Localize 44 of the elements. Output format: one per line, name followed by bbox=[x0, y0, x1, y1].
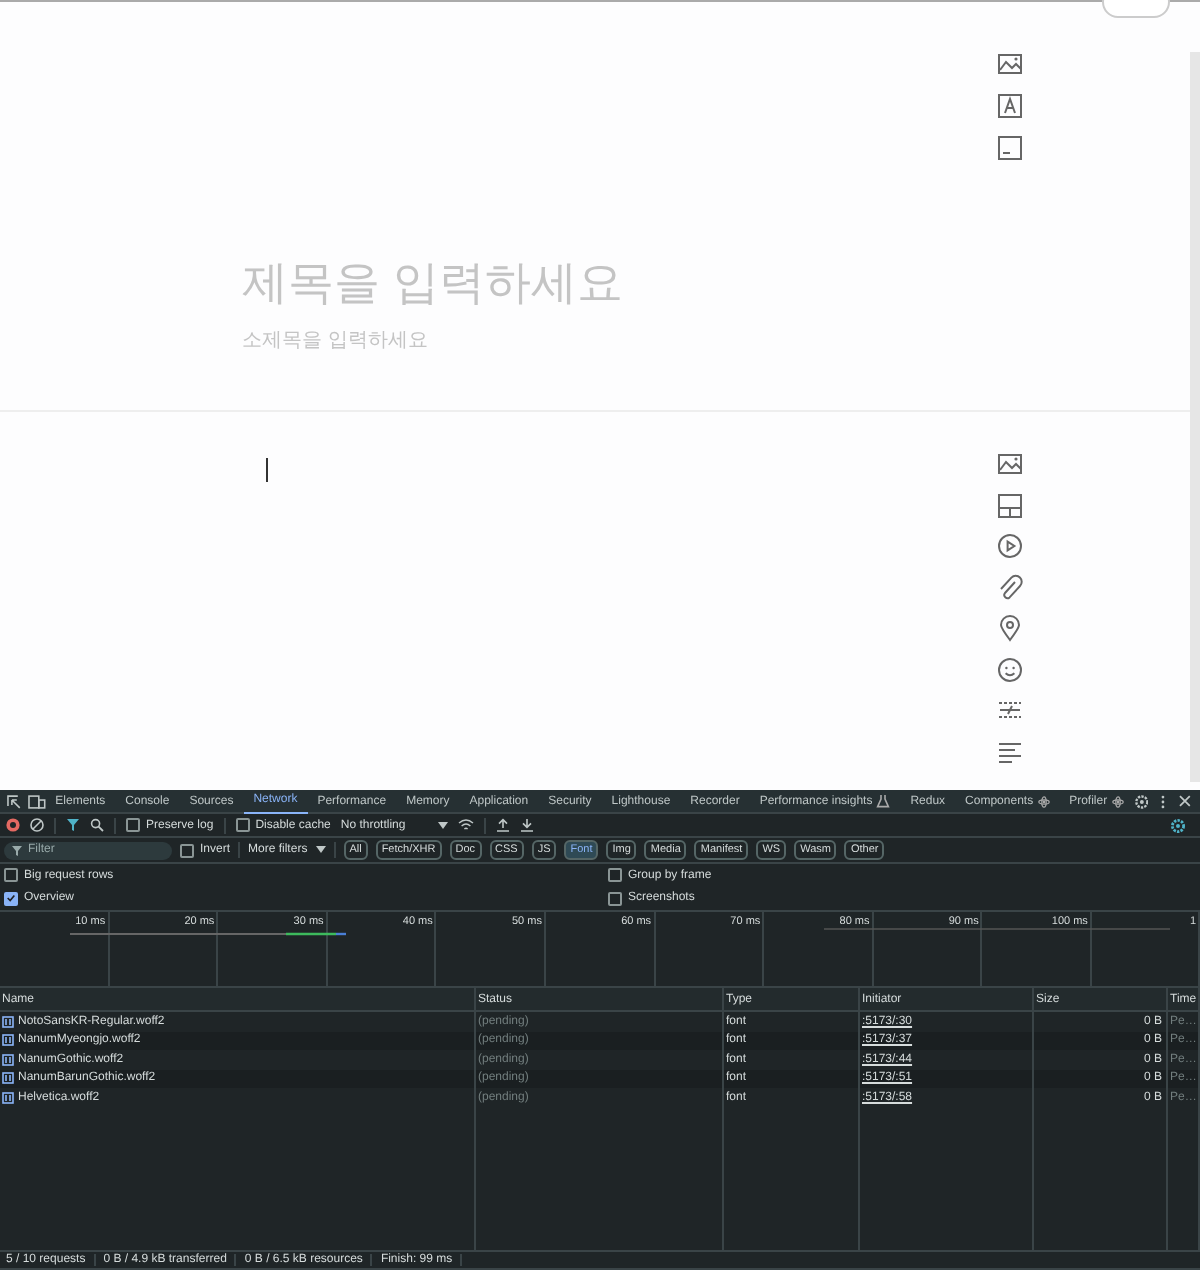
settings-icon[interactable] bbox=[1133, 793, 1149, 809]
atom-icon bbox=[1037, 795, 1050, 807]
image-icon[interactable] bbox=[996, 50, 1024, 78]
align-left-icon[interactable] bbox=[996, 737, 1024, 765]
checkbox[interactable] bbox=[4, 868, 18, 883]
device-toolbar-icon[interactable] bbox=[27, 793, 46, 809]
location-pin-icon[interactable] bbox=[996, 614, 1024, 642]
font-file-icon bbox=[2, 1091, 14, 1104]
font-file-icon bbox=[2, 1015, 14, 1028]
scrollbar[interactable] bbox=[1190, 52, 1200, 782]
font-file-icon bbox=[2, 1034, 14, 1047]
inspect-icon[interactable] bbox=[6, 793, 22, 809]
checkbox[interactable] bbox=[126, 818, 140, 832]
checkbox[interactable] bbox=[235, 818, 250, 832]
search-icon[interactable] bbox=[90, 818, 104, 832]
checkbox[interactable] bbox=[4, 891, 18, 906]
text-cursor bbox=[266, 458, 268, 482]
dropdown-caret-icon[interactable] bbox=[315, 846, 326, 854]
settings-icon[interactable] bbox=[1170, 817, 1186, 833]
smiley-icon[interactable] bbox=[996, 655, 1024, 683]
filter-icon bbox=[12, 845, 22, 855]
divider-icon[interactable] bbox=[996, 696, 1024, 724]
layout-icon[interactable] bbox=[996, 491, 1024, 519]
record-icon[interactable] bbox=[6, 818, 20, 832]
checkbox[interactable] bbox=[608, 868, 622, 883]
caption-icon[interactable] bbox=[996, 134, 1024, 162]
upload-icon[interactable] bbox=[496, 818, 511, 832]
atom-icon bbox=[1111, 795, 1124, 807]
clear-icon[interactable] bbox=[30, 818, 44, 832]
play-icon[interactable] bbox=[996, 532, 1024, 560]
download-icon[interactable] bbox=[520, 818, 535, 832]
more-options-icon[interactable] bbox=[1160, 793, 1167, 809]
font-file-icon bbox=[2, 1072, 14, 1085]
close-icon[interactable] bbox=[1178, 794, 1193, 808]
network-conditions-icon[interactable] bbox=[458, 818, 475, 832]
dropdown-caret-icon[interactable] bbox=[438, 821, 449, 829]
flask-icon bbox=[876, 794, 891, 808]
checkbox[interactable] bbox=[180, 843, 194, 857]
paperclip-icon[interactable] bbox=[996, 573, 1024, 601]
filter-icon[interactable] bbox=[66, 818, 80, 832]
checkbox[interactable] bbox=[608, 891, 622, 906]
font-file-icon bbox=[2, 1053, 14, 1066]
image-icon[interactable] bbox=[996, 450, 1024, 478]
text-icon[interactable] bbox=[996, 92, 1024, 120]
